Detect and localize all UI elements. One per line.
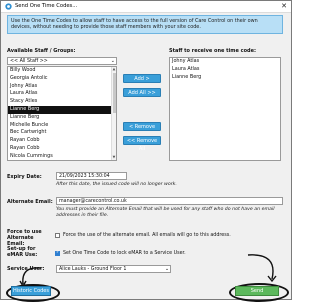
- send-button[interactable]: Send: [235, 286, 279, 296]
- receive-staff-item[interactable]: Laura Atlas: [170, 66, 280, 74]
- service-user-value: Alice Lauks - Ground Floor 1: [59, 267, 127, 272]
- force-label: Force to use Alternate Email:: [7, 229, 42, 247]
- available-staff-item[interactable]: Stacy Atles: [8, 98, 116, 106]
- annotation-arrow-right: [247, 254, 277, 283]
- remove-button[interactable]: < Remove: [123, 122, 161, 131]
- scroll-down-icon[interactable]: ▼: [112, 155, 116, 160]
- force-email-text: Force the use of the alternate email. Al…: [63, 233, 231, 238]
- staff-filter-value: << All Staff >>: [10, 59, 48, 64]
- emar-label: Set-up for eMAR Use:: [7, 246, 38, 258]
- scroll-thumb[interactable]: [112, 73, 116, 113]
- expiry-note: After this date, the issued code will no…: [56, 182, 177, 187]
- alt-email-field[interactable]: manager@carecontrol.co.uk: [56, 197, 283, 205]
- receive-label: Staff to receive one time code:: [169, 48, 256, 54]
- remove-all-button[interactable]: << Remove All: [123, 136, 161, 152]
- close-icon[interactable]: ✕: [281, 2, 287, 10]
- available-staff-item[interactable]: Georgia Antolic: [8, 75, 116, 83]
- available-staff-item[interactable]: Johny Atlas: [8, 83, 116, 91]
- alt-email-value: manager@carecontrol.co.uk: [59, 199, 127, 204]
- expiry-label: Expiry Date:: [7, 174, 42, 180]
- historic-codes-button[interactable]: Historic Codes: [11, 286, 51, 296]
- alt-email-label: Alternate Email:: [7, 199, 53, 205]
- intro-banner: Use the One Time Codes to allow staff to…: [7, 15, 283, 34]
- chevron-down-icon: ⌄: [164, 267, 169, 272]
- available-staff-item[interactable]: Lianne Berg: [8, 105, 116, 114]
- emar-text: Set One Time Code to lock eMAR to a Serv…: [63, 251, 186, 256]
- available-staff-item[interactable]: Lianne Berg: [8, 114, 116, 122]
- chevron-down-icon: ⌄: [110, 58, 115, 64]
- available-staff-item[interactable]: Nicola Cummings: [8, 153, 116, 160]
- window-title: Send One Time Codes...: [15, 3, 78, 9]
- available-staff-item[interactable]: Laura Atlas: [8, 90, 116, 98]
- add-all-button[interactable]: Add All >>: [123, 88, 161, 97]
- available-label: Available Staff / Groups:: [7, 48, 76, 54]
- scroll-up-icon[interactable]: ▲: [112, 67, 116, 72]
- app-icon: [5, 3, 12, 10]
- emar-checkbox[interactable]: [55, 250, 60, 256]
- available-staff-item[interactable]: Rayan Cobb: [8, 145, 116, 153]
- add-button[interactable]: Add >: [123, 74, 161, 83]
- receive-staff-item[interactable]: Lianne Berg: [170, 74, 280, 82]
- alt-email-note: You must provide an Alternate Email that…: [56, 207, 275, 218]
- available-list-scrollbar[interactable]: ▲ ▼: [111, 67, 116, 160]
- force-email-checkbox[interactable]: [55, 233, 60, 238]
- available-staff-list[interactable]: Billy Wood Georgia Antolic Johny Atlas Laur…: [7, 66, 117, 161]
- staff-filter-select[interactable]: << All Staff >> ⌄: [7, 57, 117, 65]
- available-staff-item[interactable]: Bec Cartwright: [8, 129, 116, 137]
- receive-staff-list[interactable]: Johny Atlas Laura Atlas Lianne Berg: [169, 57, 281, 161]
- service-user-select[interactable]: Alice Lauks - Ground Floor 1 ⌄: [56, 265, 171, 273]
- available-staff-item[interactable]: Billy Wood: [8, 67, 116, 75]
- title-bar: Send One Time Codes... ✕: [1, 1, 291, 13]
- available-staff-item[interactable]: Michelle Buncle: [8, 122, 116, 130]
- available-staff-item[interactable]: Rayan Cobb: [8, 137, 116, 145]
- expiry-date-value: 21/09/2023 15:30:04: [59, 174, 110, 179]
- receive-staff-item[interactable]: Johny Atlas: [170, 58, 280, 66]
- expiry-date-field[interactable]: 21/09/2023 15:30:04: [56, 172, 127, 180]
- send-codes-window: Send One Time Codes... ✕ Use the One Tim…: [0, 0, 292, 302]
